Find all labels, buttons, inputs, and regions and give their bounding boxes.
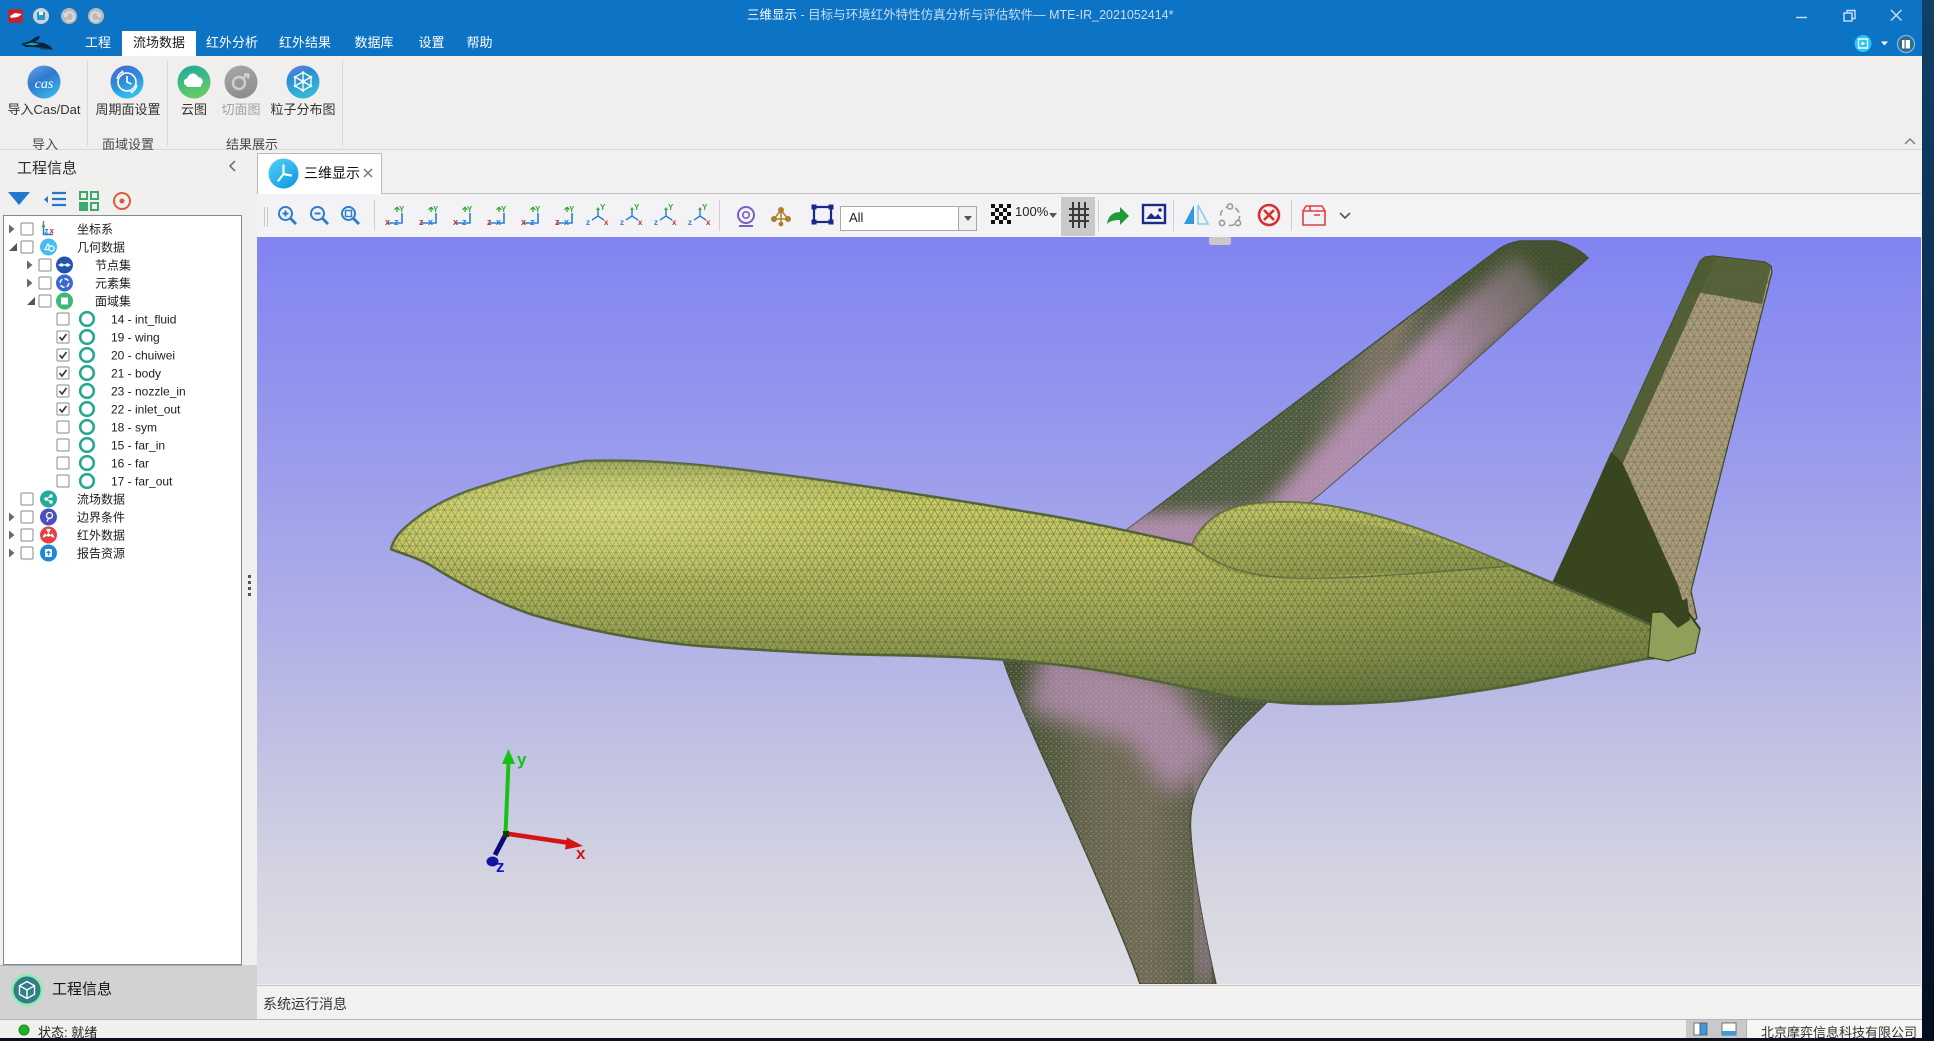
svg-text:z: z	[394, 217, 399, 227]
svg-text:x: x	[706, 218, 711, 227]
svg-text:Y: Y	[668, 203, 674, 212]
svg-text:17 - far_out: 17 - far_out	[111, 475, 173, 489]
svg-text:x: x	[672, 218, 677, 227]
svg-text:面域集: 面域集	[95, 294, 131, 309]
svg-text:报告资源: 报告资源	[77, 546, 125, 561]
svg-text:坐标系: 坐标系	[77, 223, 113, 237]
svg-text:z: z	[530, 217, 535, 227]
svg-text:x: x	[50, 227, 55, 236]
svg-text:Y: Y	[535, 205, 541, 214]
svg-text:Y: Y	[399, 205, 405, 214]
svg-text:19 - wing: 19 - wing	[111, 331, 160, 345]
svg-text:x: x	[428, 217, 433, 227]
svg-text:z: z	[462, 217, 467, 227]
svg-text:Y: Y	[600, 203, 606, 212]
svg-text:流场数据: 流场数据	[77, 492, 125, 507]
svg-text:元素集: 元素集	[95, 276, 131, 291]
svg-text:Y: Y	[702, 203, 708, 212]
svg-text:23 - nozzle_in: 23 - nozzle_in	[111, 385, 186, 399]
svg-text:z: z	[654, 218, 658, 227]
svg-text:20 - chuiwei: 20 - chuiwei	[111, 349, 175, 363]
svg-text:21 - body: 21 - body	[111, 367, 161, 381]
svg-text:x: x	[521, 217, 526, 227]
svg-text:x: x	[638, 218, 643, 227]
svg-text:x: x	[576, 844, 586, 863]
svg-text:y: y	[517, 750, 527, 769]
svg-text:Y: Y	[634, 203, 640, 212]
svg-text:z: z	[45, 227, 49, 236]
svg-text:z: z	[688, 218, 692, 227]
svg-text:x: x	[385, 217, 390, 227]
svg-text:红外数据: 红外数据	[77, 528, 125, 543]
svg-text:Y: Y	[501, 205, 507, 214]
svg-text:16 - far: 16 - far	[111, 457, 149, 471]
svg-text:18 - sym: 18 - sym	[111, 421, 157, 435]
svg-text:几何数据: 几何数据	[77, 240, 125, 255]
svg-text:cas: cas	[35, 77, 54, 92]
svg-text:Y: Y	[569, 205, 575, 214]
svg-text:z: z	[487, 217, 492, 227]
svg-text:x: x	[453, 217, 458, 227]
svg-text:x: x	[564, 217, 569, 227]
svg-text:14 - int_fluid: 14 - int_fluid	[111, 313, 176, 327]
svg-text:22 - inlet_out: 22 - inlet_out	[111, 403, 181, 417]
svg-text:x: x	[604, 218, 609, 227]
svg-text:x: x	[496, 217, 501, 227]
svg-text:节点集: 节点集	[95, 258, 131, 273]
svg-text:边界条件: 边界条件	[77, 511, 125, 525]
svg-text:z: z	[419, 217, 424, 227]
svg-text:Y: Y	[433, 205, 439, 214]
svg-text:z: z	[620, 218, 624, 227]
svg-text:15 - far_in: 15 - far_in	[111, 439, 165, 453]
svg-text:z: z	[555, 217, 560, 227]
svg-text:Y: Y	[467, 205, 473, 214]
svg-text:z: z	[586, 218, 590, 227]
svg-text:z: z	[496, 857, 505, 876]
